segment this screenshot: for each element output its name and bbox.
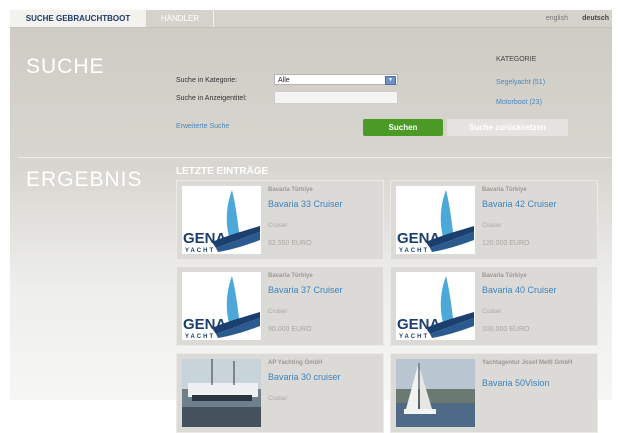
listing-dealer: Bavaria Türkiye	[268, 187, 313, 193]
svg-text:YACHT: YACHT	[399, 248, 429, 254]
main-panel: SUCHE Suche in Kategorie: Alle ▼ Suche i…	[10, 28, 612, 433]
marina-photo	[182, 359, 261, 427]
listing-price: 120.000 EURO	[482, 240, 530, 247]
listing-card[interactable]: AP Yachting GmbH Bavaria 30 cruiser Crui…	[176, 353, 384, 433]
category-select[interactable]: Alle ▼	[274, 74, 398, 85]
category-link-sailing-yacht[interactable]: Segelyacht (51)	[496, 79, 545, 86]
listing-type: Cruiser	[268, 223, 288, 229]
listing-type: Cruiser	[482, 223, 502, 229]
reset-search-button[interactable]: Suche zurücksetzen	[447, 119, 568, 136]
category-label: Suche in Kategorie:	[176, 77, 238, 84]
listing-card[interactable]: GENA YACHT Bavaria Türkiye Bavaria 37 Cr…	[176, 266, 384, 346]
chevron-down-icon[interactable]: ▼	[385, 76, 396, 85]
listing-type: Cruiser	[268, 396, 288, 402]
listing-card[interactable]: GENA YACHT Bavaria Türkiye Bavaria 33 Cr…	[176, 180, 384, 260]
listing-dealer: Bavaria Türkiye	[482, 187, 527, 193]
title-search-input[interactable]	[274, 91, 398, 104]
latest-entries-heading: LETZTE EINTRÄGE	[176, 166, 269, 177]
listing-card[interactable]: GENA YACHT Bavaria Türkiye Bavaria 40 Cr…	[390, 266, 598, 346]
language-german-link[interactable]: deutsch	[582, 10, 609, 27]
svg-text:YACHT: YACHT	[185, 248, 215, 254]
listing-dealer: AP Yachting GmbH	[268, 360, 323, 366]
tab-dealers[interactable]: HÄNDLER	[147, 10, 214, 27]
gena-yacht-logo: GENA YACHT	[182, 272, 261, 340]
section-divider	[18, 157, 612, 158]
language-english-link[interactable]: english	[546, 10, 568, 27]
sailboat-photo	[396, 359, 475, 427]
top-nav: SUCHE GEBRAUCHTBOOT HÄNDLER english deut…	[10, 10, 612, 28]
listing-type: Cruiser	[268, 309, 288, 315]
listing-title-link[interactable]: Bavaria 33 Cruiser	[268, 199, 343, 209]
category-heading: KATEGORIE	[496, 56, 537, 63]
listing-dealer: Bavaria Türkiye	[268, 273, 313, 279]
listing-type: Cruiser	[482, 309, 502, 315]
advanced-search-link[interactable]: Erweiterte Suche	[176, 123, 229, 130]
listing-price: 100.000 EURO	[482, 326, 530, 333]
gena-yacht-logo: GENA YACHT	[396, 186, 475, 254]
listing-price: 82.550 EURO	[268, 240, 312, 247]
listing-title-link[interactable]: Bavaria 42 Cruiser	[482, 199, 557, 209]
search-button[interactable]: Suchen	[363, 119, 443, 136]
svg-text:GENA: GENA	[183, 316, 227, 333]
listing-card[interactable]: GENA YACHT Bavaria Türkiye Bavaria 42 Cr…	[390, 180, 598, 260]
listing-price: 90.000 EURO	[268, 326, 312, 333]
category-link-motorboat[interactable]: Motorboot (23)	[496, 99, 542, 106]
svg-text:YACHT: YACHT	[399, 334, 429, 340]
gena-yacht-logo: GENA YACHT	[182, 186, 261, 254]
gena-yacht-logo: GENA YACHT	[396, 272, 475, 340]
title-search-label: Suche in Anzeigentitel:	[176, 95, 247, 102]
listing-card[interactable]: Yachtagentur Josef Meltl GmbH Bavaria 50…	[390, 353, 598, 433]
listing-title-link[interactable]: Bavaria 37 Cruiser	[268, 285, 343, 295]
search-section-title: SUCHE	[26, 55, 105, 78]
svg-text:GENA: GENA	[183, 230, 227, 247]
listing-dealer: Yachtagentur Josef Meltl GmbH	[482, 360, 573, 366]
listing-title-link[interactable]: Bavaria 40 Cruiser	[482, 285, 557, 295]
results-section-title: ERGEBNIS	[26, 168, 143, 191]
listing-dealer: Bavaria Türkiye	[482, 273, 527, 279]
category-select-value: Alle	[278, 77, 290, 84]
listing-title-link[interactable]: Bavaria 50Vision	[482, 378, 549, 388]
svg-text:YACHT: YACHT	[185, 334, 215, 340]
svg-text:GENA: GENA	[397, 316, 441, 333]
listing-title-link[interactable]: Bavaria 30 cruiser	[268, 372, 341, 382]
tab-search-used-boat[interactable]: SUCHE GEBRAUCHTBOOT	[10, 10, 146, 27]
svg-text:GENA: GENA	[397, 230, 441, 247]
